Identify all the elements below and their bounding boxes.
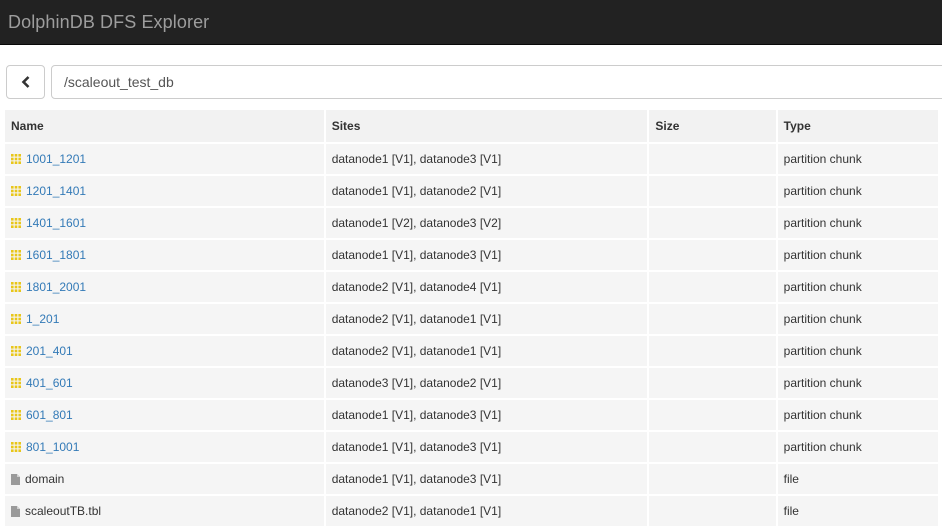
table-header-row: Name Sites Size Type	[5, 110, 938, 144]
column-header-sites[interactable]: Sites	[325, 110, 648, 144]
partition-link[interactable]: 1801_2001	[26, 280, 86, 294]
path-input[interactable]	[51, 65, 942, 99]
back-button[interactable]	[6, 65, 45, 99]
app-title[interactable]: DolphinDB DFS Explorer	[8, 12, 209, 33]
name-cell: 1_201	[5, 304, 324, 336]
grid-icon	[11, 442, 21, 452]
table-row[interactable]: 1601_1801 datanode1 [V1], datanode3 [V1] p…	[5, 240, 938, 272]
type-cell: partition chunk	[777, 400, 938, 432]
type-cell: partition chunk	[777, 272, 938, 304]
size-cell	[649, 240, 776, 272]
size-cell	[649, 496, 776, 528]
sites-cell: datanode2 [V1], datanode1 [V1]	[325, 336, 648, 368]
column-header-size[interactable]: Size	[649, 110, 776, 144]
size-cell	[649, 144, 776, 176]
grid-icon	[11, 282, 21, 292]
grid-icon	[11, 218, 21, 228]
table-row[interactable]: domain datanode1 [V1], datanode3 [V1] file	[5, 464, 938, 496]
type-cell: partition chunk	[777, 240, 938, 272]
table-row[interactable]: 401_601 datanode3 [V1], datanode2 [V1] par…	[5, 368, 938, 400]
size-cell	[649, 464, 776, 496]
size-cell	[649, 400, 776, 432]
table-row[interactable]: 801_1001 datanode1 [V1], datanode3 [V1] pa…	[5, 432, 938, 464]
size-cell	[649, 176, 776, 208]
table-row[interactable]: 1001_1201 datanode1 [V1], datanode3 [V1] p…	[5, 144, 938, 176]
name-cell: 201_401	[5, 336, 324, 368]
size-cell	[649, 272, 776, 304]
type-cell: partition chunk	[777, 176, 938, 208]
partition-link[interactable]: 1201_1401	[26, 184, 86, 198]
name-cell: scaleoutTB.tbl	[5, 496, 324, 528]
name-cell: 801_1001	[5, 432, 324, 464]
sites-cell: datanode1 [V1], datanode3 [V1]	[325, 432, 648, 464]
sites-cell: datanode2 [V1], datanode4 [V1]	[325, 272, 648, 304]
grid-icon	[11, 410, 21, 420]
grid-icon	[11, 186, 21, 196]
file-icon	[11, 505, 20, 517]
partition-link[interactable]: 801_1001	[26, 440, 79, 454]
navbar: DolphinDB DFS Explorer	[0, 0, 942, 45]
size-cell	[649, 432, 776, 464]
name-cell: 1601_1801	[5, 240, 324, 272]
column-header-name[interactable]: Name	[5, 110, 324, 144]
table-row[interactable]: 601_801 datanode1 [V1], datanode3 [V1] par…	[5, 400, 938, 432]
partition-link[interactable]: 401_601	[26, 376, 73, 390]
table-row[interactable]: 1801_2001 datanode2 [V1], datanode4 [V1] p…	[5, 272, 938, 304]
file-name: domain	[25, 472, 65, 486]
type-cell: partition chunk	[777, 336, 938, 368]
type-cell: partition chunk	[777, 304, 938, 336]
name-cell: 1801_2001	[5, 272, 324, 304]
table-row[interactable]: 201_401 datanode2 [V1], datanode1 [V1] par…	[5, 336, 938, 368]
table-row[interactable]: 1_201 datanode2 [V1], datanode1 [V1] parti…	[5, 304, 938, 336]
chevron-left-icon	[21, 76, 29, 88]
type-cell: partition chunk	[777, 144, 938, 176]
type-cell: partition chunk	[777, 208, 938, 240]
partition-link[interactable]: 1401_1601	[26, 216, 86, 230]
path-bar	[6, 65, 942, 99]
name-cell: 601_801	[5, 400, 324, 432]
grid-icon	[11, 378, 21, 388]
table-row[interactable]: 1201_1401 datanode1 [V1], datanode2 [V1] p…	[5, 176, 938, 208]
partition-link[interactable]: 601_801	[26, 408, 73, 422]
file-table: Name Sites Size Type 1001_1201 datanode1 …	[3, 110, 940, 528]
file-icon	[11, 473, 20, 485]
table-row[interactable]: 1401_1601 datanode1 [V2], datanode3 [V2] p…	[5, 208, 938, 240]
sites-cell: datanode3 [V1], datanode2 [V1]	[325, 368, 648, 400]
sites-cell: datanode2 [V1], datanode1 [V1]	[325, 496, 648, 528]
grid-icon	[11, 346, 21, 356]
sites-cell: datanode1 [V2], datanode3 [V2]	[325, 208, 648, 240]
partition-link[interactable]: 1001_1201	[26, 152, 86, 166]
partition-link[interactable]: 201_401	[26, 344, 73, 358]
partition-link[interactable]: 1_201	[26, 312, 59, 326]
sites-cell: datanode1 [V1], datanode3 [V1]	[325, 400, 648, 432]
sites-cell: datanode1 [V1], datanode3 [V1]	[325, 144, 648, 176]
type-cell: partition chunk	[777, 368, 938, 400]
grid-icon	[11, 314, 21, 324]
size-cell	[649, 336, 776, 368]
size-cell	[649, 208, 776, 240]
grid-icon	[11, 250, 21, 260]
type-cell: file	[777, 464, 938, 496]
partition-link[interactable]: 1601_1801	[26, 248, 86, 262]
size-cell	[649, 304, 776, 336]
sites-cell: datanode1 [V1], datanode3 [V1]	[325, 240, 648, 272]
column-header-type[interactable]: Type	[777, 110, 938, 144]
size-cell	[649, 368, 776, 400]
sites-cell: datanode2 [V1], datanode1 [V1]	[325, 304, 648, 336]
name-cell: 1001_1201	[5, 144, 324, 176]
file-name: scaleoutTB.tbl	[25, 504, 102, 518]
name-cell: 401_601	[5, 368, 324, 400]
grid-icon	[11, 154, 21, 164]
table-row[interactable]: scaleoutTB.tbl datanode2 [V1], datanode1 …	[5, 496, 938, 528]
name-cell: 1201_1401	[5, 176, 324, 208]
sites-cell: datanode1 [V1], datanode2 [V1]	[325, 176, 648, 208]
type-cell: file	[777, 496, 938, 528]
sites-cell: datanode1 [V1], datanode3 [V1]	[325, 464, 648, 496]
name-cell: 1401_1601	[5, 208, 324, 240]
type-cell: partition chunk	[777, 432, 938, 464]
name-cell: domain	[5, 464, 324, 496]
